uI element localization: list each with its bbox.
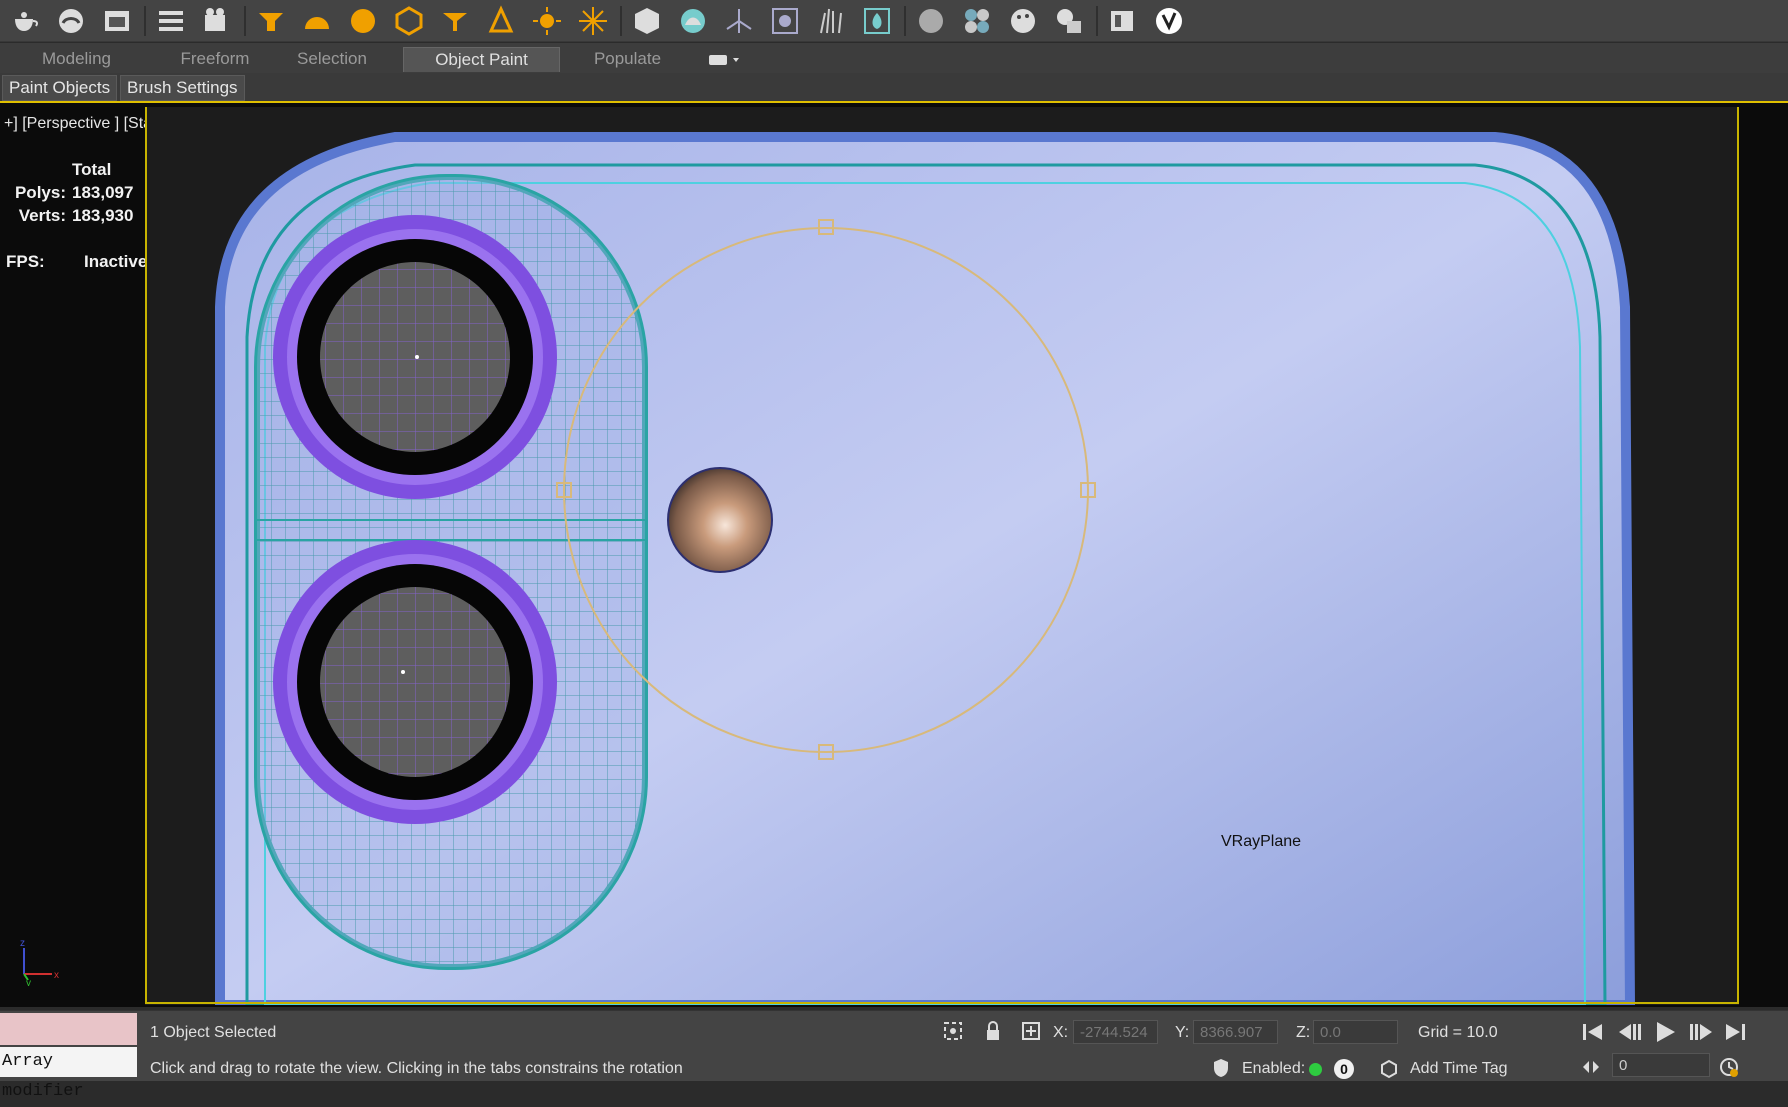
polys-label: Polys: <box>14 183 66 202</box>
verts-value: 183,930 <box>72 206 134 225</box>
y-coordinate-label: Y: <box>1175 1024 1190 1041</box>
go-to-end-icon[interactable] <box>1722 1020 1748 1044</box>
next-frame-icon[interactable] <box>1688 1020 1714 1044</box>
toolbar-separator <box>620 5 622 36</box>
axis-z-label: z <box>20 938 25 949</box>
grid-size-readout: Grid = 10.0 <box>1418 1024 1498 1041</box>
x-coordinate-label: X: <box>1053 1024 1069 1041</box>
polys-value: 183,097 <box>72 183 134 202</box>
tab-selection[interactable]: Selection <box>282 47 382 71</box>
vray-plane-label: VRayPlane <box>1221 833 1302 850</box>
isolate-selection-icon[interactable] <box>942 1020 964 1042</box>
stats-total-label: Total <box>72 160 112 179</box>
vray-fire-icon[interactable] <box>858 2 896 40</box>
add-time-tag-button[interactable]: Add Time Tag <box>1410 1060 1508 1078</box>
lock-icon[interactable] <box>982 1020 1004 1042</box>
key-mode-toggle-icon[interactable] <box>1580 1056 1602 1078</box>
frame-buffer-icon[interactable] <box>1104 2 1142 40</box>
z-coordinate-label: Z: <box>1296 1024 1311 1041</box>
vray-plane-icon[interactable] <box>720 2 758 40</box>
camera-icon[interactable] <box>198 2 236 40</box>
tab-freeform[interactable]: Freeform <box>150 47 280 71</box>
absolute-mode-icon[interactable] <box>1020 1020 1042 1042</box>
fps-label: FPS: <box>6 252 45 271</box>
ies-light-icon[interactable] <box>436 2 474 40</box>
shield-icon[interactable] <box>1210 1057 1232 1079</box>
current-frame-spinner[interactable]: 0 <box>1612 1053 1710 1077</box>
axis-y-label: y <box>26 978 31 986</box>
ribbon: Modeling Freeform Selection Object Paint… <box>0 43 1788 74</box>
axis-x-label: x <box>54 970 59 981</box>
render-frame-icon[interactable] <box>98 2 136 40</box>
vray-proxy-icon[interactable] <box>628 2 666 40</box>
tab-populate[interactable]: Populate <box>560 47 695 71</box>
enabled-count-badge[interactable]: 0 <box>1334 1059 1354 1079</box>
toolbar-separator <box>244 5 246 36</box>
previous-frame-icon[interactable] <box>1617 1020 1643 1044</box>
enabled-status-indicator <box>1309 1063 1322 1076</box>
verts-label: Verts: <box>18 206 66 225</box>
vray-logo-icon[interactable] <box>1150 2 1188 40</box>
y-coordinate-field[interactable]: 8366.907 <box>1193 1020 1278 1044</box>
main-toolbar <box>0 0 1788 42</box>
x-coordinate-field[interactable]: -2744.524 <box>1073 1020 1158 1044</box>
vray-fur-icon[interactable] <box>674 2 712 40</box>
scene-render[interactable] <box>145 107 1739 1005</box>
toolbar-separator <box>144 5 146 36</box>
ribbon-options-dropdown[interactable] <box>700 47 750 71</box>
time-configuration-icon[interactable] <box>1718 1056 1740 1078</box>
time-tag-icon[interactable] <box>1378 1058 1400 1080</box>
teapot-icon[interactable] <box>6 2 44 40</box>
dome-light-icon[interactable] <box>298 2 336 40</box>
paint-objects-button[interactable]: Paint Objects <box>2 75 118 101</box>
fps-value: Inactive <box>84 252 148 271</box>
mesh-light-icon[interactable] <box>390 2 428 40</box>
palette-icon[interactable] <box>1004 2 1042 40</box>
sun-icon[interactable] <box>528 2 566 40</box>
omni-light-icon[interactable] <box>482 2 520 40</box>
tab-modeling[interactable]: Modeling <box>4 47 149 71</box>
ribbon-panel: Paint Objects Brush Settings <box>0 73 1788 103</box>
maxscript-listener-input[interactable]: Array modifier <box>0 1047 137 1101</box>
chevron-down-icon <box>709 54 739 65</box>
multi-material-icon[interactable] <box>958 2 996 40</box>
vray-sphere-icon[interactable] <box>766 2 804 40</box>
vray-grass-icon[interactable] <box>812 2 850 40</box>
sky-icon[interactable] <box>574 2 612 40</box>
lightmix-icon[interactable] <box>1050 2 1088 40</box>
axis-tripod-icon: z x y <box>20 938 59 986</box>
sphere-light-icon[interactable] <box>344 2 382 40</box>
spotlight-icon[interactable] <box>252 2 290 40</box>
maxscript-listener-output[interactable] <box>0 1013 137 1045</box>
viewport-statistics: Total Polys: 183,097 Verts: 183,930 FPS: In… <box>6 160 147 275</box>
toolbar-separator <box>1096 5 1098 36</box>
prompt-line: Click and drag to rotate the view. Click… <box>150 1060 683 1077</box>
go-to-start-icon[interactable] <box>1580 1020 1606 1044</box>
brush-settings-button[interactable]: Brush Settings <box>120 75 245 101</box>
play-icon[interactable] <box>1652 1020 1678 1044</box>
layer-manager-icon[interactable] <box>152 2 190 40</box>
render-setup-icon[interactable] <box>52 2 90 40</box>
selection-status: 1 Object Selected <box>150 1024 277 1041</box>
z-coordinate-field[interactable]: 0.0 <box>1313 1020 1398 1044</box>
time-tag-enabled-label: Enabled: <box>1242 1060 1306 1077</box>
tab-object-paint[interactable]: Object Paint <box>403 47 560 72</box>
material-icon[interactable] <box>912 2 950 40</box>
toolbar-separator <box>904 5 906 36</box>
